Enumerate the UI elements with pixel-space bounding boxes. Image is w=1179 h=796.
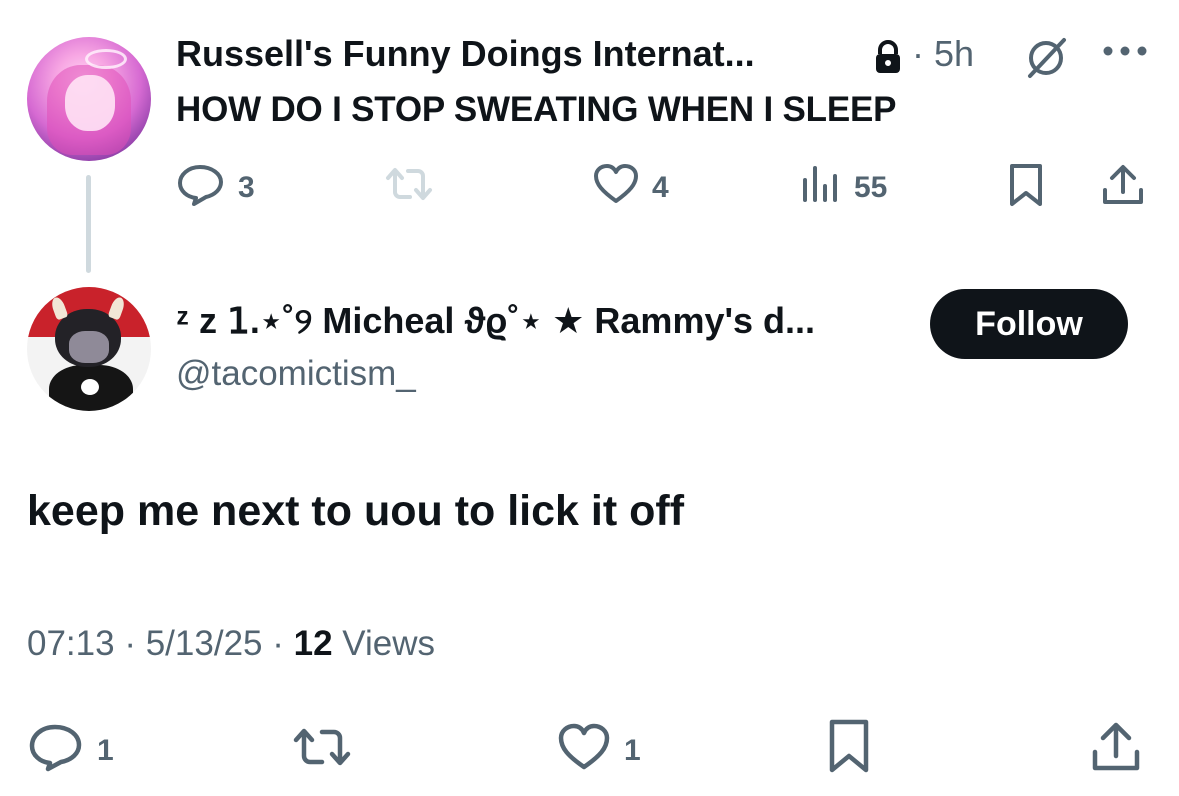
parent-like-button[interactable]: 4 bbox=[592, 162, 669, 214]
reply-tweet-text: keep me next to uou to lick it off bbox=[27, 487, 685, 535]
views-icon bbox=[800, 162, 842, 214]
like-icon bbox=[592, 162, 640, 214]
bookmark-icon[interactable] bbox=[1006, 162, 1046, 213]
parent-retweet-button[interactable] bbox=[382, 162, 436, 214]
reply-icon bbox=[27, 722, 85, 780]
bookmark-icon[interactable] bbox=[826, 718, 872, 779]
reply-reply-button[interactable]: 1 bbox=[27, 722, 114, 780]
parent-tweet-text: HOW DO I STOP SWEATING WHEN I SLEEP bbox=[176, 90, 897, 129]
parent-time-ago[interactable]: 5h bbox=[934, 33, 974, 74]
share-icon[interactable] bbox=[1100, 162, 1146, 213]
views-label[interactable]: Views bbox=[342, 624, 435, 663]
parent-views-button[interactable]: 55 bbox=[800, 162, 887, 214]
reply-avatar[interactable] bbox=[27, 287, 151, 411]
parent-reply-count: 3 bbox=[238, 171, 255, 204]
reply-retweet-button[interactable] bbox=[290, 722, 354, 780]
parent-reply-button[interactable]: 3 bbox=[176, 162, 255, 214]
timestamp-separator: · bbox=[124, 624, 136, 663]
parent-views-count: 55 bbox=[854, 171, 888, 204]
parent-time-meta: · 5h bbox=[912, 33, 974, 75]
reply-author-name[interactable]: ᶻ z 𝟣.⋆˚୨ Micheal ϑϱ˚⋆ ★ Rammy's d... bbox=[176, 300, 815, 343]
reply-like-count: 1 bbox=[624, 734, 641, 767]
tweet-time[interactable]: 07:13 bbox=[27, 624, 115, 663]
grok-icon[interactable] bbox=[1022, 36, 1070, 85]
parent-author-name[interactable]: Russell's Funny Doings Internat... bbox=[176, 33, 755, 75]
timestamp-separator: · bbox=[272, 624, 284, 663]
follow-button[interactable]: Follow bbox=[930, 289, 1128, 359]
share-icon[interactable] bbox=[1090, 720, 1142, 779]
lock-icon bbox=[872, 40, 904, 79]
reply-author-handle[interactable]: @tacomictism_ bbox=[176, 354, 416, 394]
meta-separator: · bbox=[912, 33, 924, 74]
reply-icon bbox=[176, 162, 226, 214]
thread-line bbox=[86, 175, 91, 273]
reply-like-button[interactable]: 1 bbox=[556, 722, 641, 780]
tweet-timestamp: 07:13 · 5/13/25 · 12 Views bbox=[27, 624, 435, 664]
retweet-icon bbox=[382, 162, 436, 214]
parent-avatar[interactable] bbox=[27, 37, 151, 161]
parent-like-count: 4 bbox=[652, 171, 669, 204]
views-count: 12 bbox=[293, 624, 333, 663]
reply-reply-count: 1 bbox=[97, 734, 114, 767]
retweet-icon bbox=[290, 722, 354, 780]
more-icon[interactable] bbox=[1102, 44, 1148, 63]
like-icon bbox=[556, 722, 612, 780]
tweet-date[interactable]: 5/13/25 bbox=[146, 624, 263, 663]
